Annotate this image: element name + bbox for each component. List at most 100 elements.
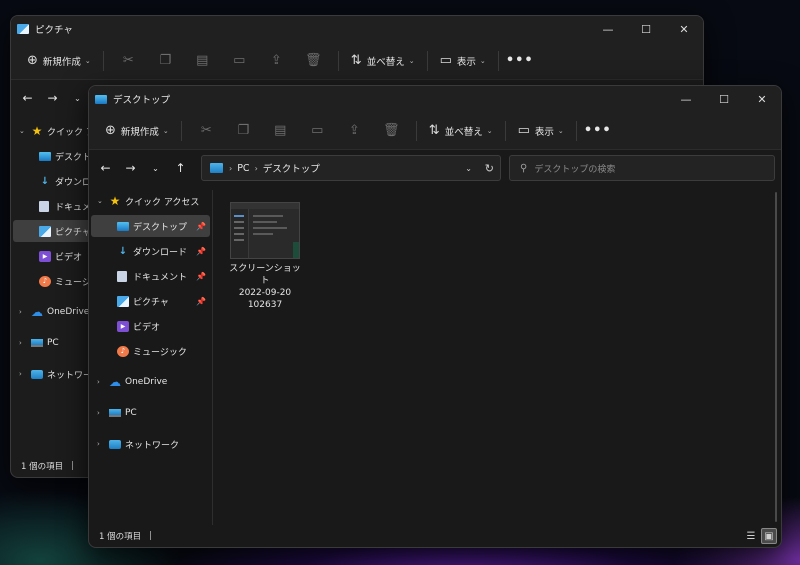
pin-icon[interactable]: 📌 xyxy=(196,297,206,306)
view-toggle: ☰ ▣ xyxy=(741,528,777,544)
cut-icon[interactable]: ✂ xyxy=(110,47,147,75)
close-icon[interactable]: ✕ xyxy=(743,86,781,112)
sidebar-item[interactable]: ⌄ ★ クイック アクセス xyxy=(91,190,210,212)
sidebar-item-label: ダウンロード xyxy=(133,247,188,258)
view-button[interactable]: ▭ 表示 ⌄ xyxy=(434,47,492,75)
cut-icon[interactable]: ✂ xyxy=(188,117,225,145)
file-list[interactable]: スクリーンショット 2022-09-20 102637 xyxy=(213,190,781,525)
view-icon: ▭ xyxy=(517,123,530,138)
status-divider: | xyxy=(71,461,74,471)
tiles-view-icon[interactable]: ▣ xyxy=(761,528,777,544)
view-icon: ▭ xyxy=(439,53,452,68)
scrollbar[interactable] xyxy=(775,192,777,522)
new-button[interactable]: ⊕ 新規作成 ⌄ xyxy=(21,47,97,75)
title-bar[interactable]: ピクチャ — ☐ ✕ xyxy=(11,16,703,42)
music-icon: ♪ xyxy=(117,345,129,357)
sidebar-item[interactable]: › ☁ OneDrive xyxy=(91,371,210,393)
details-view-icon[interactable]: ☰ xyxy=(743,528,759,544)
minimize-icon[interactable]: — xyxy=(667,86,705,112)
copy-icon[interactable]: ❐ xyxy=(147,47,184,75)
onedrive-cloud-icon: ☁ xyxy=(109,375,121,389)
breadcrumb-pc[interactable]: PC xyxy=(237,163,249,174)
maximize-icon[interactable]: ☐ xyxy=(627,16,665,42)
sort-button[interactable]: ⇅ 並べ替え ⌄ xyxy=(423,117,499,145)
forward-arrow-icon[interactable]: → xyxy=(40,84,65,112)
address-bar[interactable]: › PC › デスクトップ ⌄ ↻ xyxy=(201,155,501,181)
star-icon: ★ xyxy=(109,194,121,208)
breadcrumb-desktop[interactable]: デスクトップ xyxy=(263,161,320,175)
chevron-down-icon[interactable]: ⌄ xyxy=(19,127,25,135)
sidebar-item-label: ピクチャ xyxy=(133,297,169,308)
minimize-icon[interactable]: — xyxy=(589,16,627,42)
sidebar-item[interactable]: › PC xyxy=(91,402,210,424)
pc-icon xyxy=(109,409,121,417)
sidebar-item-label: OneDrive xyxy=(47,307,90,317)
title-bar[interactable]: デスクトップ — ☐ ✕ xyxy=(89,86,781,112)
paste-icon[interactable]: ▤ xyxy=(262,117,299,145)
recent-chevron-icon[interactable]: ⌄ xyxy=(143,154,168,182)
copy-icon[interactable]: ❐ xyxy=(225,117,262,145)
chevron-down-icon[interactable]: ⌄ xyxy=(97,197,103,205)
chevron-right-icon[interactable]: › xyxy=(97,378,100,386)
chevron-right-icon[interactable]: › xyxy=(19,370,22,378)
more-options-icon[interactable]: ••• xyxy=(583,117,613,145)
sidebar-item-label: ドキュメント xyxy=(133,272,188,283)
sidebar-item[interactable]: ↓ ダウンロード 📌 xyxy=(91,240,210,262)
chevron-right-icon[interactable]: › xyxy=(19,339,22,347)
sidebar-item-label: PC xyxy=(47,338,59,348)
sidebar-item-label: ネットワーク xyxy=(125,440,180,451)
navigation-pane: ⌄ ★ クイック アクセス デスクトップ 📌 ↓ ダウンロード 📌 ドキュメント 📌 ピクチャ 📌 ▶ ビ… xyxy=(89,190,213,525)
close-icon[interactable]: ✕ xyxy=(665,16,703,42)
share-icon[interactable]: ⇪ xyxy=(336,117,373,145)
command-bar: ⊕ 新規作成 ⌄ ✂ ❐ ▤ ▭ ⇪ 🗑 ⇅ 並べ替え ⌄ ▭ 表示 ⌄ ••• xyxy=(11,42,703,80)
address-dropdown-icon[interactable]: ⌄ xyxy=(465,164,472,173)
toolbar-divider xyxy=(426,50,428,71)
chevron-right-icon[interactable]: › xyxy=(97,409,100,417)
file-item[interactable]: スクリーンショット 2022-09-20 102637 xyxy=(227,202,303,311)
download-icon: ↓ xyxy=(40,175,50,187)
sidebar-item[interactable]: ドキュメント 📌 xyxy=(91,265,210,287)
chevron-right-icon[interactable]: › xyxy=(19,308,22,316)
delete-icon[interactable]: 🗑 xyxy=(295,47,332,75)
paste-icon[interactable]: ▤ xyxy=(184,47,221,75)
plus-circle-icon: ⊕ xyxy=(105,123,116,138)
toolbar-divider xyxy=(504,120,506,141)
sidebar-item[interactable]: ピクチャ 📌 xyxy=(91,290,210,312)
breadcrumb-chevron-icon[interactable]: › xyxy=(229,164,232,173)
share-icon[interactable]: ⇪ xyxy=(258,47,295,75)
new-button[interactable]: ⊕ 新規作成 ⌄ xyxy=(99,117,175,145)
pin-icon[interactable]: 📌 xyxy=(196,222,206,231)
item-count: 1 個の項目 xyxy=(21,462,64,472)
more-options-icon[interactable]: ••• xyxy=(505,47,535,75)
pin-icon[interactable]: 📌 xyxy=(196,272,206,281)
sort-button[interactable]: ⇅ 並べ替え ⌄ xyxy=(345,47,421,75)
view-button[interactable]: ▭ 表示 ⌄ xyxy=(512,117,570,145)
star-icon: ★ xyxy=(31,124,43,138)
search-placeholder: デスクトップの検索 xyxy=(534,164,616,175)
breadcrumb-chevron-icon[interactable]: › xyxy=(255,164,258,173)
sidebar-item[interactable]: デスクトップ 📌 xyxy=(91,215,210,237)
back-arrow-icon[interactable]: ← xyxy=(15,84,40,112)
sidebar-item[interactable]: › ネットワーク xyxy=(91,433,210,455)
download-icon: ↓ xyxy=(118,245,128,257)
back-arrow-icon[interactable]: ← xyxy=(93,154,118,182)
screenshot-thumbnail xyxy=(230,202,300,259)
recent-chevron-icon[interactable]: ⌄ xyxy=(65,84,90,112)
chevron-right-icon[interactable]: › xyxy=(97,440,100,448)
front-explorer-window[interactable]: デスクトップ — ☐ ✕ ⊕ 新規作成 ⌄ ✂ ❐ ▤ ▭ ⇪ 🗑 ⇅ 並べ替え ⌄ ▭… xyxy=(88,85,782,548)
rename-icon[interactable]: ▭ xyxy=(299,117,336,145)
window-title: ピクチャ xyxy=(35,25,73,36)
search-box[interactable]: ⚲ デスクトップの検索 xyxy=(509,155,775,181)
sidebar-item-label: デスクトップ xyxy=(133,222,188,233)
sidebar-item[interactable]: ▶ ビデオ xyxy=(91,315,210,337)
sidebar-item[interactable]: ♪ ミュージック xyxy=(91,340,210,362)
status-divider: | xyxy=(149,531,152,541)
window-title: デスクトップ xyxy=(113,95,171,106)
delete-icon[interactable]: 🗑 xyxy=(373,117,410,145)
pin-icon[interactable]: 📌 xyxy=(196,247,206,256)
maximize-icon[interactable]: ☐ xyxy=(705,86,743,112)
up-arrow-icon[interactable]: ↑ xyxy=(168,154,193,182)
forward-arrow-icon[interactable]: → xyxy=(118,154,143,182)
rename-icon[interactable]: ▭ xyxy=(221,47,258,75)
refresh-icon[interactable]: ↻ xyxy=(485,162,494,175)
